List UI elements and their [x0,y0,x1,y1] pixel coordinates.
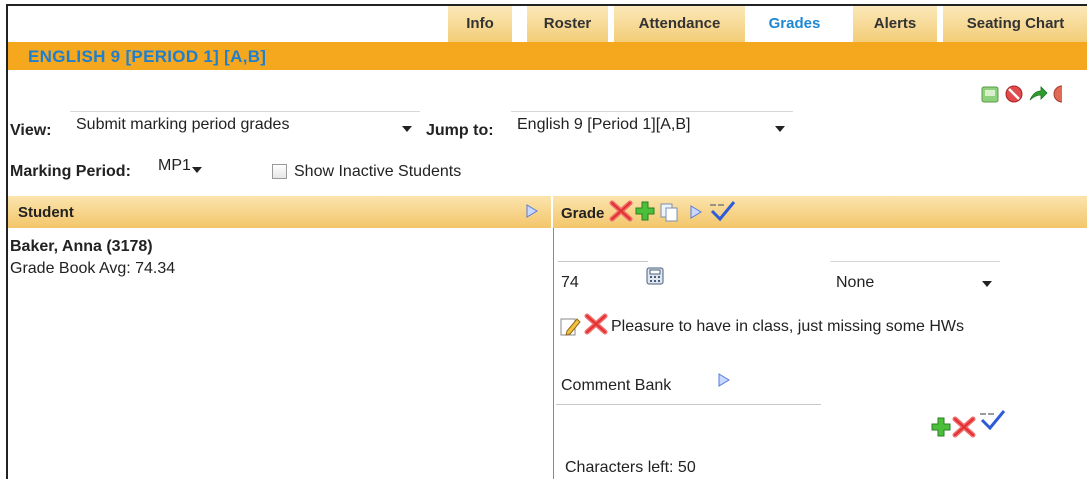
view-select-value: Submit marking period grades [76,116,290,133]
save-icon[interactable] [980,84,1000,104]
chevron-down-icon [775,126,785,132]
grade-input-border [558,261,648,262]
comment-bank-label: Comment Bank [561,377,672,394]
jump-to-select-value: English 9 [Period 1][A,B] [517,116,691,133]
add-icon[interactable] [634,200,656,227]
calculator-icon[interactable] [646,267,664,290]
expand-icon[interactable] [526,204,538,223]
copy-icon[interactable] [659,202,679,227]
grade-book-avg: Grade Book Avg: 74.34 [10,260,176,277]
tab-attendance[interactable]: Attendance [614,6,746,42]
tab-roster[interactable]: Roster [527,6,609,42]
tab-bar: Info Roster Attendance Grades Alerts Sea… [8,6,1087,42]
tab-alerts[interactable]: Alerts [853,6,938,42]
spellcheck-icon[interactable] [978,408,1006,437]
edit-icon[interactable] [559,315,581,342]
tab-grades[interactable]: Grades [750,6,840,42]
show-inactive-label: Show Inactive Students [294,163,462,180]
chevron-down-icon [192,167,202,173]
course-header: ENGLISH 9 [PERIOD 1] [A,B] [8,42,1087,70]
expand-icon[interactable] [690,205,702,224]
show-inactive-checkbox[interactable] [272,164,287,179]
spellcheck-icon[interactable] [708,199,736,228]
delete-icon[interactable] [584,313,608,340]
grade-column-header: Grade [561,205,605,222]
characters-left: Characters left: 50 [565,459,696,476]
panel-divider [553,228,554,479]
tab-seating-chart[interactable]: Seating Chart [943,6,1087,42]
jump-to-select[interactable]: English 9 [Period 1][A,B] [511,111,793,135]
marking-period-value: MP1 [158,157,191,174]
tab-info[interactable]: Info [448,6,513,42]
jump-to-label: Jump to: [426,122,494,139]
view-select[interactable]: Submit marking period grades [70,111,420,135]
column-divider [551,196,553,228]
course-title: ENGLISH 9 [PERIOD 1] [A,B] [28,47,267,66]
grade-comment-select[interactable]: None [830,261,1000,291]
view-label: View: [10,122,52,139]
grade-comment-select-value: None [836,274,875,291]
help-icon[interactable] [1052,84,1062,104]
expand-icon[interactable] [718,373,730,392]
student-column-header: Student [18,204,74,221]
app-frame: Info Roster Attendance Grades Alerts Sea… [6,4,1087,479]
cancel-icon[interactable] [1004,84,1024,104]
grade-input[interactable]: 74 [561,274,579,292]
marking-period-label: Marking Period: [10,163,131,180]
chevron-down-icon [402,126,412,132]
delete-icon[interactable] [609,200,633,227]
comment-bank-border [556,404,821,405]
delete-icon[interactable] [952,416,976,443]
marking-period-select[interactable]: MP1 [152,153,252,177]
forward-icon[interactable] [1028,84,1048,104]
column-header-bar: Student Grade [8,196,1087,228]
chevron-down-icon [982,281,992,287]
grade-comment-text: Pleasure to have in class, just missing … [611,318,965,335]
add-icon[interactable] [930,416,952,443]
student-name: Baker, Anna (3178) [10,238,153,255]
